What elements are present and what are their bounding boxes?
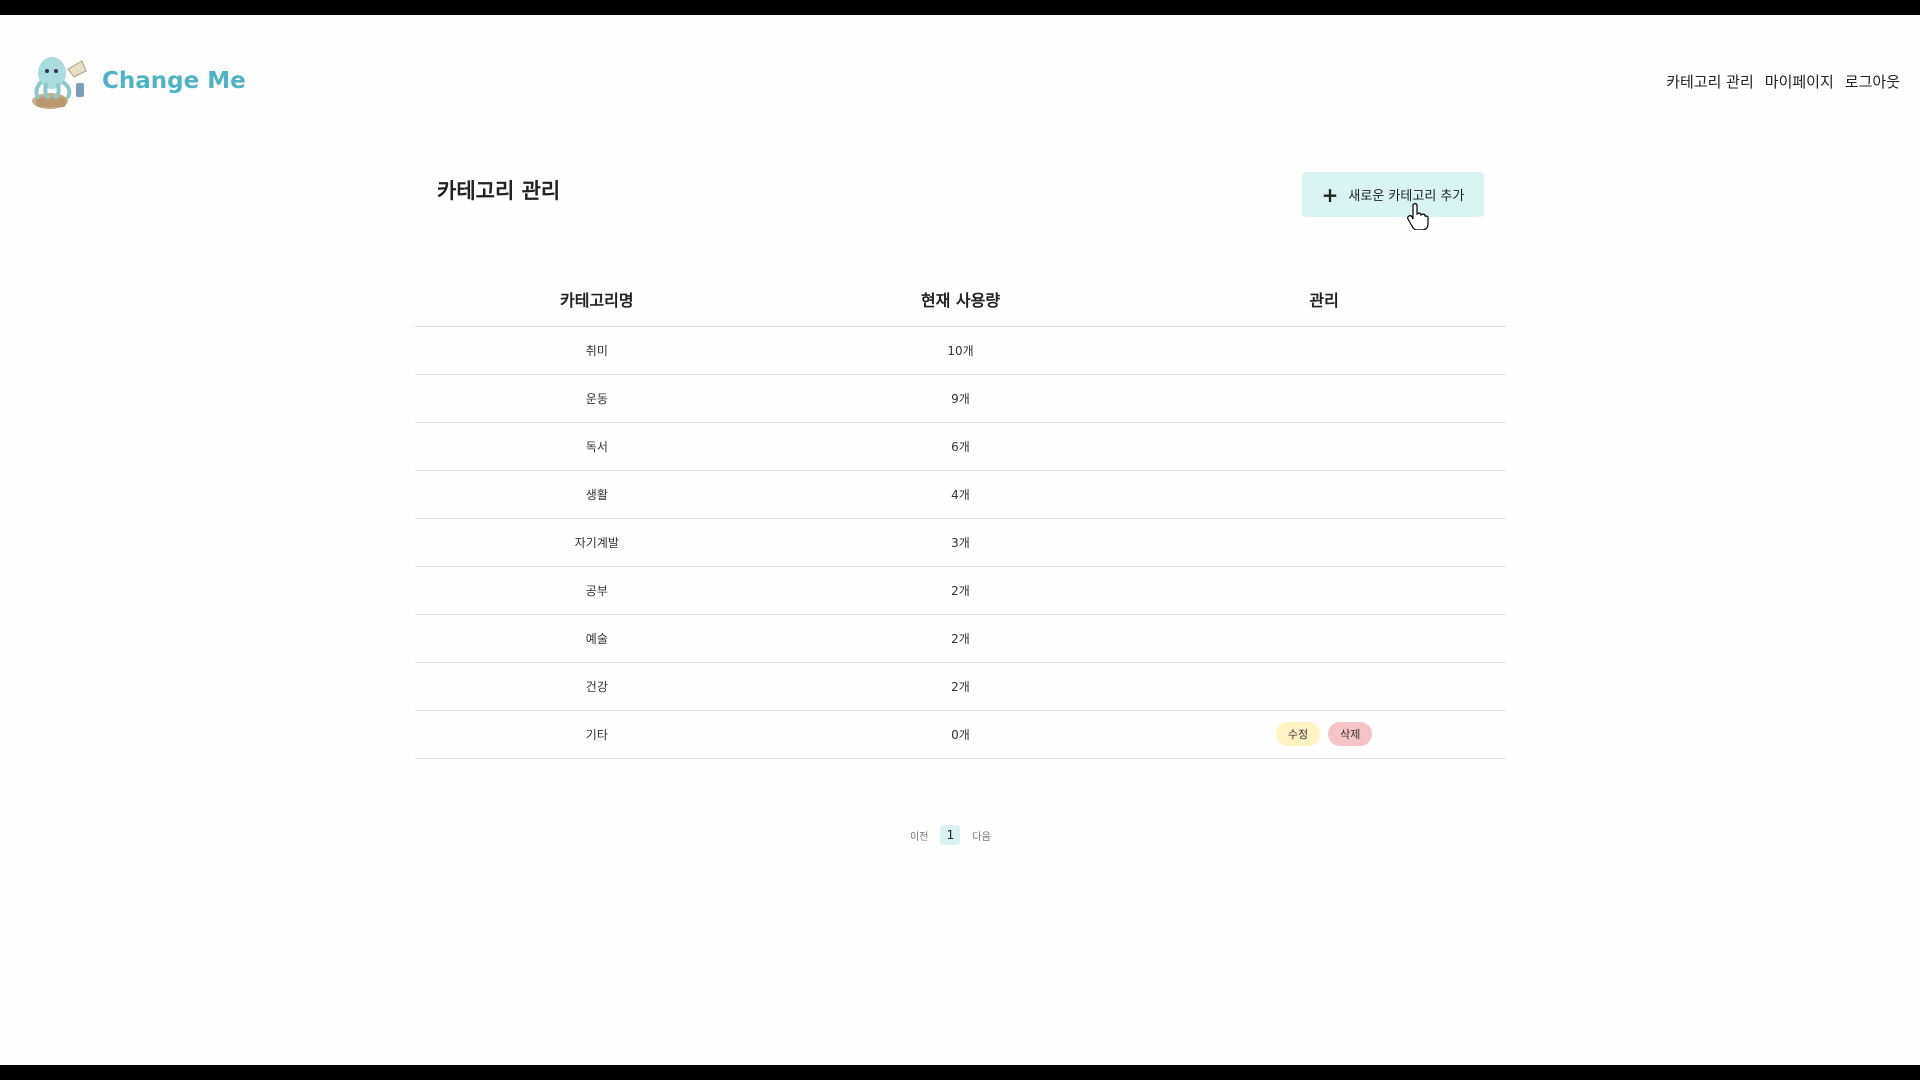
- category-name: 기타: [415, 710, 779, 759]
- category-name: 예술: [415, 614, 779, 663]
- table-row[interactable]: 취미 10개: [415, 326, 1506, 375]
- nav-mypage[interactable]: 마이페이지: [1765, 71, 1834, 92]
- logo[interactable]: Change Me: [22, 49, 246, 113]
- table-row[interactable]: 자기계발 3개: [415, 518, 1506, 567]
- category-actions: [1142, 326, 1506, 375]
- category-usage: 6개: [778, 422, 1143, 471]
- prev-page-button[interactable]: 이전: [910, 828, 928, 843]
- category-name: 독서: [415, 422, 779, 471]
- plus-icon: +: [1321, 182, 1339, 207]
- header-usage: 현재 사용량: [778, 273, 1143, 327]
- category-actions: 수정 삭제: [1142, 710, 1506, 759]
- category-actions: [1142, 614, 1506, 663]
- category-table: 카테고리명 현재 사용량 관리 취미 10개 운동 9개 독서 6개 생활 4개…: [415, 273, 1506, 759]
- category-usage: 3개: [778, 518, 1143, 567]
- category-usage: 0개: [778, 710, 1143, 759]
- category-actions: [1142, 518, 1506, 567]
- category-usage: 2개: [778, 662, 1143, 711]
- nav-logout[interactable]: 로그아웃: [1845, 71, 1900, 92]
- table-row[interactable]: 생활 4개: [415, 470, 1506, 519]
- add-category-button[interactable]: + 새로운 카테고리 추가: [1302, 172, 1484, 217]
- table-row[interactable]: 공부 2개: [415, 566, 1506, 615]
- nav-category-management[interactable]: 카테고리 관리: [1666, 71, 1754, 92]
- category-actions: [1142, 566, 1506, 615]
- category-name: 운동: [415, 374, 779, 423]
- octopus-mascot-icon: [32, 57, 87, 109]
- table-row[interactable]: 독서 6개: [415, 422, 1506, 471]
- header-name: 카테고리명: [415, 273, 779, 327]
- category-usage: 10개: [778, 326, 1143, 375]
- brand-name: Change Me: [102, 68, 246, 94]
- category-name: 건강: [415, 662, 779, 711]
- table-row[interactable]: 운동 9개: [415, 374, 1506, 423]
- table-header-row: 카테고리명 현재 사용량 관리: [415, 273, 1506, 327]
- edit-button[interactable]: 수정: [1275, 722, 1321, 746]
- category-actions: [1142, 662, 1506, 711]
- category-actions: [1142, 470, 1506, 519]
- page-title: 카테고리 관리: [437, 179, 561, 203]
- category-usage: 2개: [778, 614, 1143, 663]
- delete-button[interactable]: 삭제: [1328, 722, 1373, 746]
- category-name: 자기계발: [415, 518, 779, 567]
- category-name: 취미: [415, 326, 779, 375]
- category-usage: 9개: [778, 374, 1143, 423]
- next-page-button[interactable]: 다음: [972, 828, 990, 843]
- category-actions: [1142, 374, 1506, 423]
- table-row[interactable]: 건강 2개: [415, 662, 1506, 711]
- category-actions: [1142, 422, 1506, 471]
- page: Change Me 카테고리 관리 마이페이지 로그아웃 카테고리 관리 + 새…: [0, 15, 1920, 1065]
- pagination: 이전 1 다음: [910, 825, 991, 845]
- table-row[interactable]: 기타 0개 수정 삭제: [415, 710, 1506, 759]
- category-name: 공부: [415, 566, 779, 615]
- top-nav: 카테고리 관리 마이페이지 로그아웃: [1666, 71, 1900, 92]
- category-usage: 4개: [778, 470, 1143, 519]
- table-row[interactable]: 예술 2개: [415, 614, 1506, 663]
- category-name: 생활: [415, 470, 779, 519]
- header-manage: 관리: [1142, 273, 1506, 327]
- page-number-current[interactable]: 1: [940, 825, 961, 845]
- hand-cursor-icon: [1407, 203, 1429, 230]
- category-usage: 2개: [778, 566, 1143, 615]
